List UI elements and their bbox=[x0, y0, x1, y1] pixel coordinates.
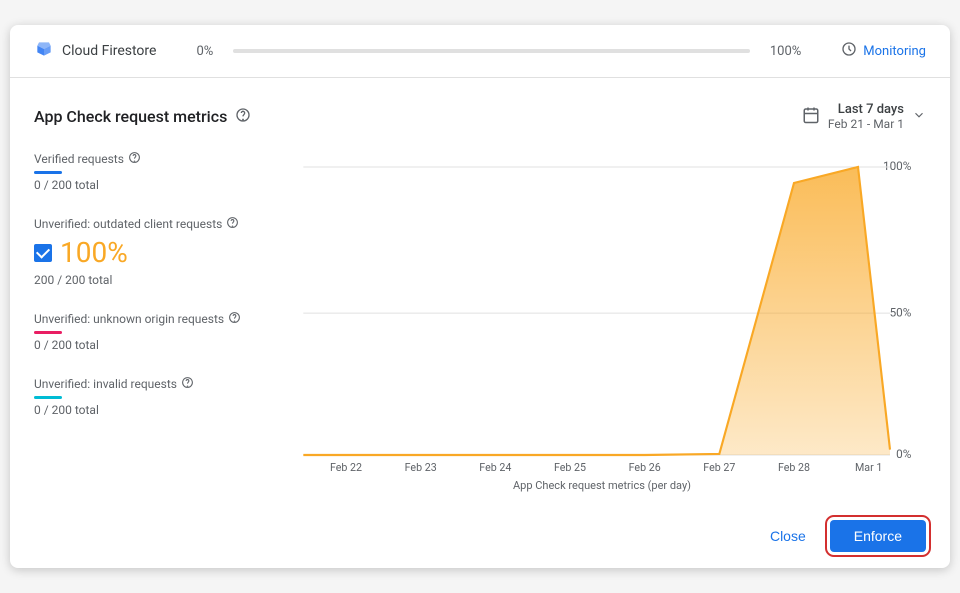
enforce-button[interactable]: Enforce bbox=[830, 520, 926, 552]
progress-bar bbox=[233, 49, 750, 53]
chevron-down-icon bbox=[912, 108, 926, 126]
calendar-icon bbox=[802, 106, 820, 128]
progress-max: 100% bbox=[770, 44, 801, 59]
dialog: Cloud Firestore 0% 100% Monitoring App C… bbox=[10, 25, 950, 568]
date-range-selector[interactable]: Last 7 days Feb 21 - Mar 1 bbox=[802, 102, 926, 131]
date-range-sublabel: Feb 21 - Mar 1 bbox=[828, 117, 904, 131]
metric-verified-value: 0 / 200 total bbox=[34, 178, 254, 192]
metric-unknown: Unverified: unknown origin requests 0 / … bbox=[34, 311, 254, 352]
metric-outdated-label: Unverified: outdated client requests bbox=[34, 216, 254, 232]
monitoring-link[interactable]: Monitoring bbox=[841, 41, 926, 61]
metric-outdated-big: 100% bbox=[34, 236, 254, 269]
svg-text:50%: 50% bbox=[890, 305, 912, 319]
svg-text:Feb 23: Feb 23 bbox=[405, 461, 437, 471]
chart-container: 100% 50% 0% bbox=[278, 151, 926, 492]
progress-min: 0% bbox=[196, 44, 213, 59]
date-range-text: Last 7 days Feb 21 - Mar 1 bbox=[828, 102, 904, 131]
svg-text:Mar 1: Mar 1 bbox=[855, 461, 882, 471]
footer: Close Enforce bbox=[10, 508, 950, 568]
metric-outdated-value: 200 / 200 total bbox=[34, 273, 254, 287]
metric-verified-label: Verified requests bbox=[34, 151, 254, 167]
monitoring-label: Monitoring bbox=[863, 44, 926, 59]
metric-outdated: Unverified: outdated client requests 100… bbox=[34, 216, 254, 287]
help-icon-outdated[interactable] bbox=[226, 216, 239, 232]
svg-text:Feb 22: Feb 22 bbox=[330, 461, 362, 471]
main-content: App Check request metrics bbox=[10, 78, 950, 508]
svg-text:Feb 26: Feb 26 bbox=[629, 461, 661, 471]
service-label: Cloud Firestore bbox=[62, 43, 156, 59]
metric-invalid-value: 0 / 200 total bbox=[34, 403, 254, 417]
help-icon-invalid[interactable] bbox=[181, 376, 194, 392]
section-title-text: App Check request metrics bbox=[34, 107, 227, 126]
metric-unknown-value: 0 / 200 total bbox=[34, 338, 254, 352]
chart-area: Verified requests 0 / 200 total Unverifi… bbox=[34, 151, 926, 492]
metric-unknown-label: Unverified: unknown origin requests bbox=[34, 311, 254, 327]
chart-svg: 100% 50% 0% bbox=[278, 151, 926, 471]
svg-text:Feb 24: Feb 24 bbox=[479, 461, 511, 471]
metric-invalid-label: Unverified: invalid requests bbox=[34, 376, 254, 392]
help-icon-unknown[interactable] bbox=[228, 311, 241, 327]
date-range-title: Last 7 days bbox=[838, 102, 904, 117]
metric-verified-line bbox=[34, 171, 62, 174]
firestore-icon bbox=[34, 39, 54, 63]
metrics-list: Verified requests 0 / 200 total Unverifi… bbox=[34, 151, 254, 492]
svg-text:Feb 27: Feb 27 bbox=[703, 461, 735, 471]
section-header: App Check request metrics bbox=[34, 102, 926, 131]
metric-verified: Verified requests 0 / 200 total bbox=[34, 151, 254, 192]
service-name: Cloud Firestore bbox=[34, 39, 156, 63]
svg-text:100%: 100% bbox=[883, 159, 912, 173]
svg-text:0%: 0% bbox=[896, 447, 912, 461]
progress-section: 0% 100% bbox=[196, 44, 801, 59]
section-title: App Check request metrics bbox=[34, 107, 251, 127]
metric-outdated-bigvalue: 100% bbox=[60, 236, 128, 269]
svg-text:Feb 25: Feb 25 bbox=[554, 461, 586, 471]
close-button[interactable]: Close bbox=[754, 520, 822, 552]
clock-icon bbox=[841, 41, 857, 61]
checkbox-outdated bbox=[34, 244, 52, 262]
svg-text:Feb 28: Feb 28 bbox=[778, 461, 810, 471]
help-icon[interactable] bbox=[235, 107, 251, 127]
top-bar: Cloud Firestore 0% 100% Monitoring bbox=[10, 25, 950, 78]
chart-x-axis-label: App Check request metrics (per day) bbox=[278, 479, 926, 492]
help-icon-verified[interactable] bbox=[128, 151, 141, 167]
metric-unknown-line bbox=[34, 331, 62, 334]
metric-invalid: Unverified: invalid requests 0 / 200 tot… bbox=[34, 376, 254, 417]
metric-invalid-line bbox=[34, 396, 62, 399]
